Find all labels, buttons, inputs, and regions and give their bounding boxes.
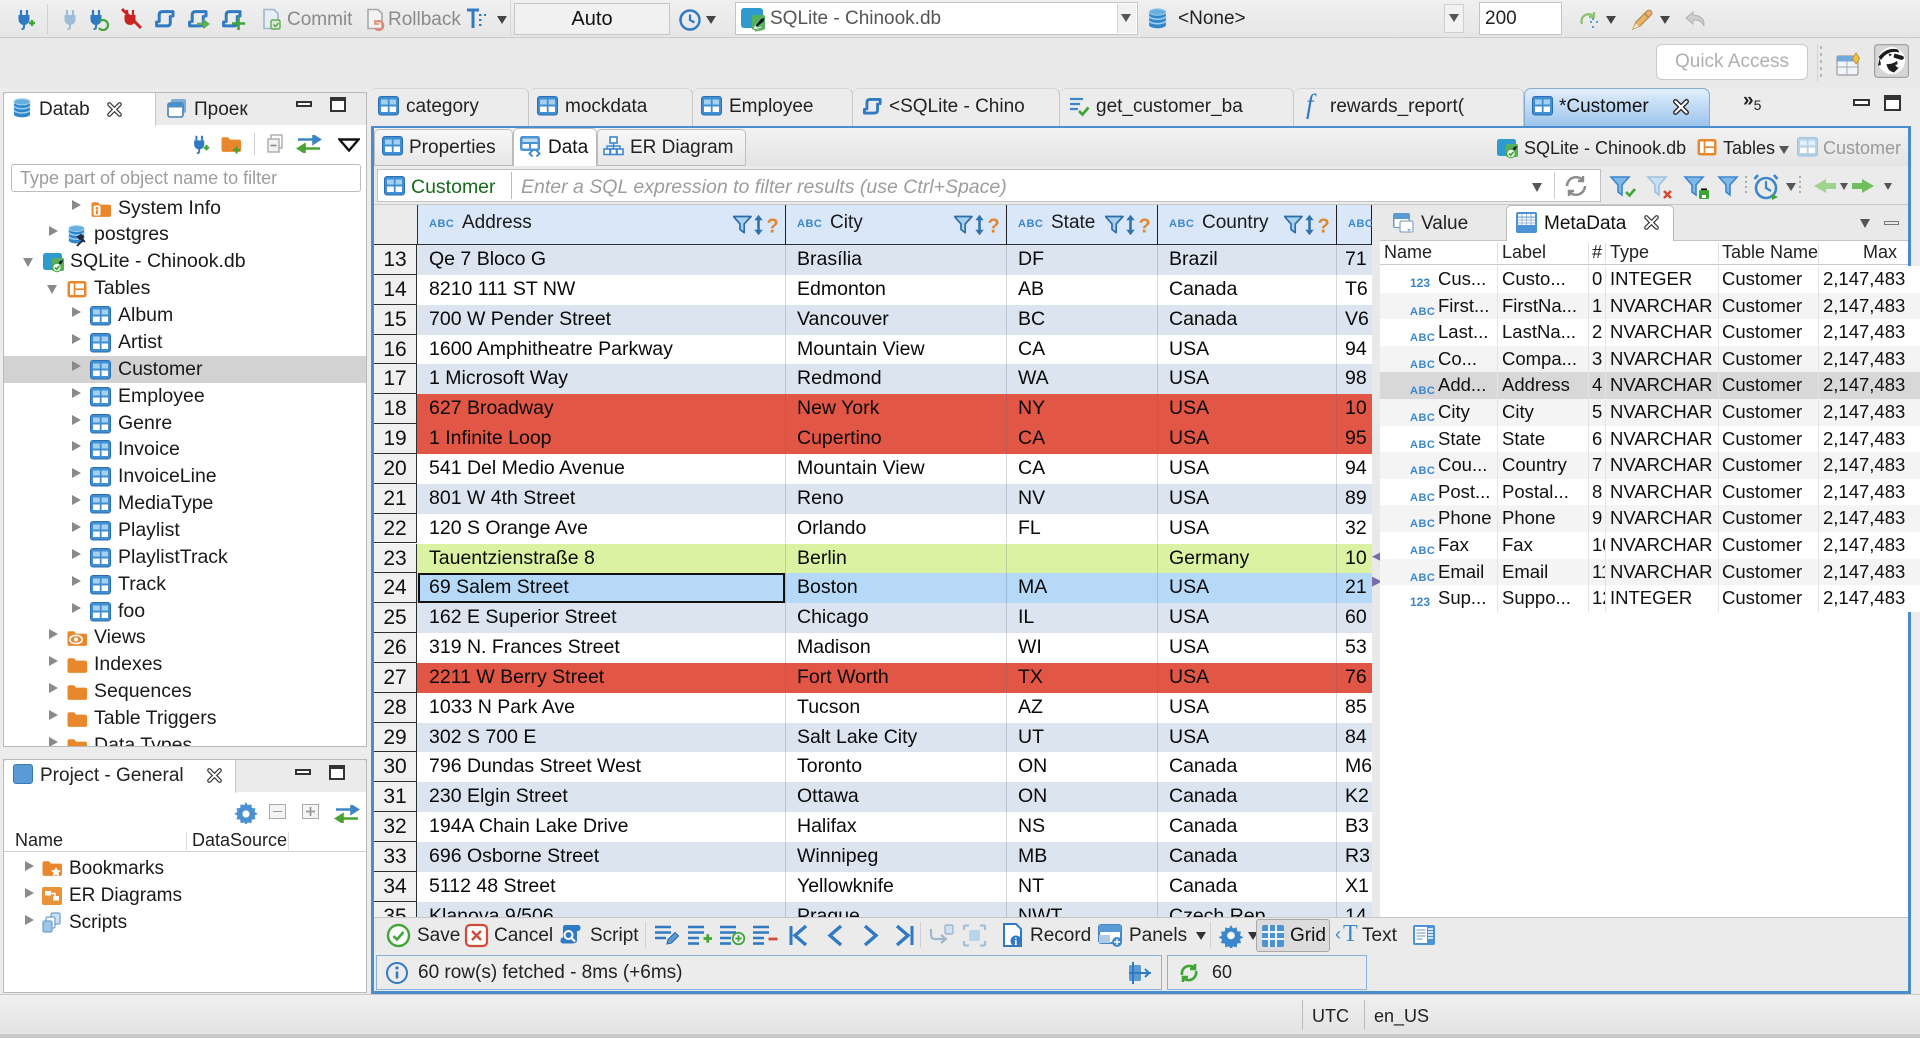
svg-text:i: i xyxy=(1014,936,1017,948)
svg-text:?: ? xyxy=(1318,216,1330,237)
svg-text:?: ? xyxy=(988,216,1000,237)
svg-text:?: ? xyxy=(1139,216,1151,237)
svg-text:?: ? xyxy=(767,216,779,237)
